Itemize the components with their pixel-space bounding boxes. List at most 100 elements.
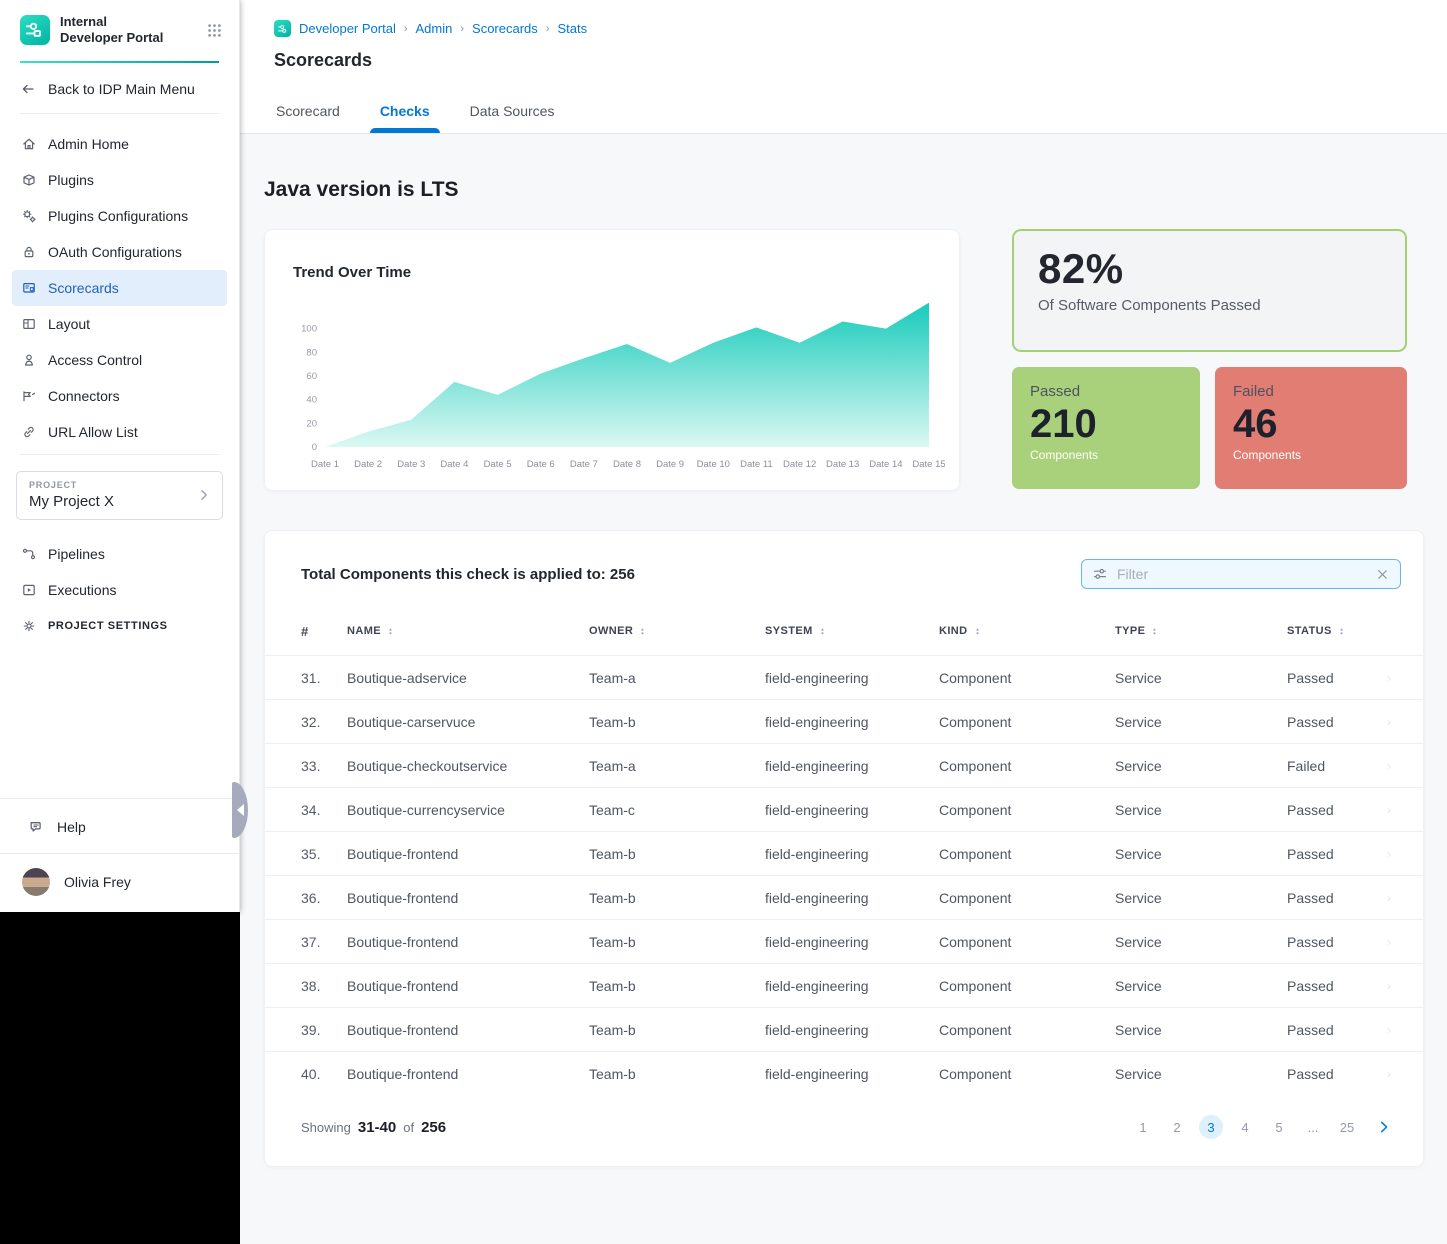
column-label: SYSTEM bbox=[765, 625, 813, 637]
table-row[interactable]: 34.Boutique-currencyserviceTeam-cfield-e… bbox=[265, 787, 1423, 831]
breadcrumb-link-scorecards[interactable]: Scorecards bbox=[472, 21, 538, 36]
sort-icon[interactable] bbox=[638, 627, 647, 636]
passed-unit: Components bbox=[1030, 448, 1182, 462]
cell-type: Service bbox=[1115, 978, 1287, 994]
cell-type: Service bbox=[1115, 758, 1287, 774]
filter-clear-icon[interactable] bbox=[1375, 567, 1390, 582]
column-header-name[interactable]: NAME bbox=[347, 625, 589, 637]
home-icon bbox=[21, 136, 37, 152]
sidebar-item-connectors[interactable]: Connectors bbox=[12, 378, 227, 414]
app-title: Internal Developer Portal bbox=[60, 14, 196, 47]
sidebar-item-executions[interactable]: Executions bbox=[12, 572, 227, 608]
page-2[interactable]: 2 bbox=[1165, 1115, 1189, 1139]
table-row[interactable]: 31.Boutique-adserviceTeam-afield-enginee… bbox=[265, 655, 1423, 699]
cell-system: field-engineering bbox=[765, 934, 939, 950]
table-row[interactable]: 33.Boutique-checkoutserviceTeam-afield-e… bbox=[265, 743, 1423, 787]
svg-text:Date 3: Date 3 bbox=[397, 459, 425, 470]
page-5[interactable]: 5 bbox=[1267, 1115, 1291, 1139]
table-row[interactable]: 38.Boutique-frontendTeam-bfield-engineer… bbox=[265, 963, 1423, 1007]
sidebar-item-access-control[interactable]: Access Control bbox=[12, 342, 227, 378]
next-page-icon[interactable] bbox=[1375, 1118, 1393, 1136]
sidebar-item-admin-home[interactable]: Admin Home bbox=[12, 126, 227, 162]
table-row[interactable]: 40.Boutique-frontendTeam-bfield-engineer… bbox=[265, 1051, 1423, 1095]
sidebar-item-plugins-configurations[interactable]: Plugins Configurations bbox=[12, 198, 227, 234]
pass-percentage-card: 82% Of Software Components Passed bbox=[1012, 229, 1407, 352]
showing-summary: Showing 31-40 of 256 bbox=[301, 1119, 1131, 1136]
page-4[interactable]: 4 bbox=[1233, 1115, 1257, 1139]
column-header-owner[interactable]: OWNER bbox=[589, 625, 765, 637]
sidebar-item-project-settings[interactable]: PROJECT SETTINGS bbox=[12, 608, 227, 644]
sidebar-item-scorecards[interactable]: Scorecards bbox=[12, 270, 227, 306]
user-item[interactable]: Olivia Frey bbox=[0, 853, 239, 912]
cell-kind: Component bbox=[939, 1022, 1115, 1038]
row-chevron-icon: › bbox=[1387, 935, 1403, 949]
table-row[interactable]: 32.Boutique-carservuceTeam-bfield-engine… bbox=[265, 699, 1423, 743]
sidebar-item-plugins[interactable]: Plugins bbox=[12, 162, 227, 198]
project-eyebrow: PROJECT bbox=[29, 480, 196, 490]
filter-input[interactable] bbox=[1117, 566, 1366, 582]
cell-status: Passed bbox=[1287, 934, 1387, 950]
failed-label: Failed bbox=[1233, 383, 1389, 400]
chart-title: Trend Over Time bbox=[265, 230, 959, 281]
column-header-status[interactable]: STATUS bbox=[1287, 625, 1387, 637]
sidebar-item-pipelines[interactable]: Pipelines bbox=[12, 536, 227, 572]
page-1[interactable]: 1 bbox=[1131, 1115, 1155, 1139]
cell-owner: Team-c bbox=[589, 802, 765, 818]
cell-kind: Component bbox=[939, 758, 1115, 774]
pagination: 12345...25 bbox=[1131, 1115, 1393, 1139]
cell-num: 32. bbox=[301, 714, 347, 730]
help-item[interactable]: Help bbox=[0, 798, 239, 853]
sidebar-item-url-allow-list[interactable]: URL Allow List bbox=[12, 414, 227, 450]
project-selector[interactable]: PROJECT My Project X bbox=[16, 471, 223, 520]
sidebar-item-label: PROJECT SETTINGS bbox=[48, 620, 168, 632]
sidebar-item-oauth-configurations[interactable]: OAuth Configurations bbox=[12, 234, 227, 270]
cell-owner: Team-a bbox=[589, 758, 765, 774]
app-grid-icon[interactable] bbox=[206, 22, 223, 39]
chat-icon bbox=[28, 818, 45, 835]
tab-checks[interactable]: Checks bbox=[378, 93, 432, 133]
column-label: OWNER bbox=[589, 625, 633, 637]
breadcrumb-link-admin[interactable]: Admin bbox=[416, 21, 453, 36]
svg-text:Date 13: Date 13 bbox=[826, 459, 859, 470]
table-row[interactable]: 37.Boutique-frontendTeam-bfield-engineer… bbox=[265, 919, 1423, 963]
breadcrumb-link-developer-portal[interactable]: Developer Portal bbox=[299, 21, 396, 36]
table-row[interactable]: 39.Boutique-frontendTeam-bfield-engineer… bbox=[265, 1007, 1423, 1051]
svg-text:Date 14: Date 14 bbox=[869, 459, 902, 470]
sort-icon[interactable] bbox=[818, 627, 827, 636]
column-header-index[interactable]: # bbox=[301, 624, 347, 639]
row-chevron-icon: › bbox=[1387, 1067, 1403, 1081]
cell-kind: Component bbox=[939, 978, 1115, 994]
failed-value: 46 bbox=[1233, 402, 1389, 446]
sort-icon[interactable] bbox=[1150, 627, 1159, 636]
table-row[interactable]: 35.Boutique-frontendTeam-bfield-engineer… bbox=[265, 831, 1423, 875]
failed-card: Failed 46 Components bbox=[1215, 367, 1407, 489]
sort-icon[interactable] bbox=[386, 627, 395, 636]
sort-icon[interactable] bbox=[1337, 627, 1346, 636]
plugins-config-icon bbox=[21, 208, 37, 224]
column-header-type[interactable]: TYPE bbox=[1115, 625, 1287, 637]
cell-kind: Component bbox=[939, 934, 1115, 950]
back-to-idp-main-menu[interactable]: Back to IDP Main Menu bbox=[0, 63, 239, 113]
filter-options-icon[interactable] bbox=[1092, 566, 1108, 582]
cell-num: 38. bbox=[301, 978, 347, 994]
svg-text:Date 2: Date 2 bbox=[354, 459, 382, 470]
breadcrumb-link-stats[interactable]: Stats bbox=[557, 21, 587, 36]
svg-text:Date 1: Date 1 bbox=[311, 459, 339, 470]
tab-data-sources[interactable]: Data Sources bbox=[468, 93, 557, 133]
column-header-system[interactable]: SYSTEM bbox=[765, 625, 939, 637]
main-area: Developer Portal›Admin›Scorecards›Stats … bbox=[240, 0, 1447, 1244]
table-row[interactable]: 36.Boutique-frontendTeam-bfield-engineer… bbox=[265, 875, 1423, 919]
column-header-kind[interactable]: KIND bbox=[939, 625, 1115, 637]
cell-status: Passed bbox=[1287, 1066, 1387, 1082]
page-3[interactable]: 3 bbox=[1199, 1115, 1223, 1139]
gear-icon bbox=[21, 618, 37, 634]
sort-icon[interactable] bbox=[973, 627, 982, 636]
cell-system: field-engineering bbox=[765, 1066, 939, 1082]
tab-scorecard[interactable]: Scorecard bbox=[274, 93, 342, 133]
sidebar-item-layout[interactable]: Layout bbox=[12, 306, 227, 342]
main-header: Developer Portal›Admin›Scorecards›Stats … bbox=[240, 0, 1447, 134]
cell-system: field-engineering bbox=[765, 670, 939, 686]
svg-text:100: 100 bbox=[301, 324, 317, 335]
page-25[interactable]: 25 bbox=[1335, 1115, 1359, 1139]
svg-text:Date 12: Date 12 bbox=[783, 459, 816, 470]
